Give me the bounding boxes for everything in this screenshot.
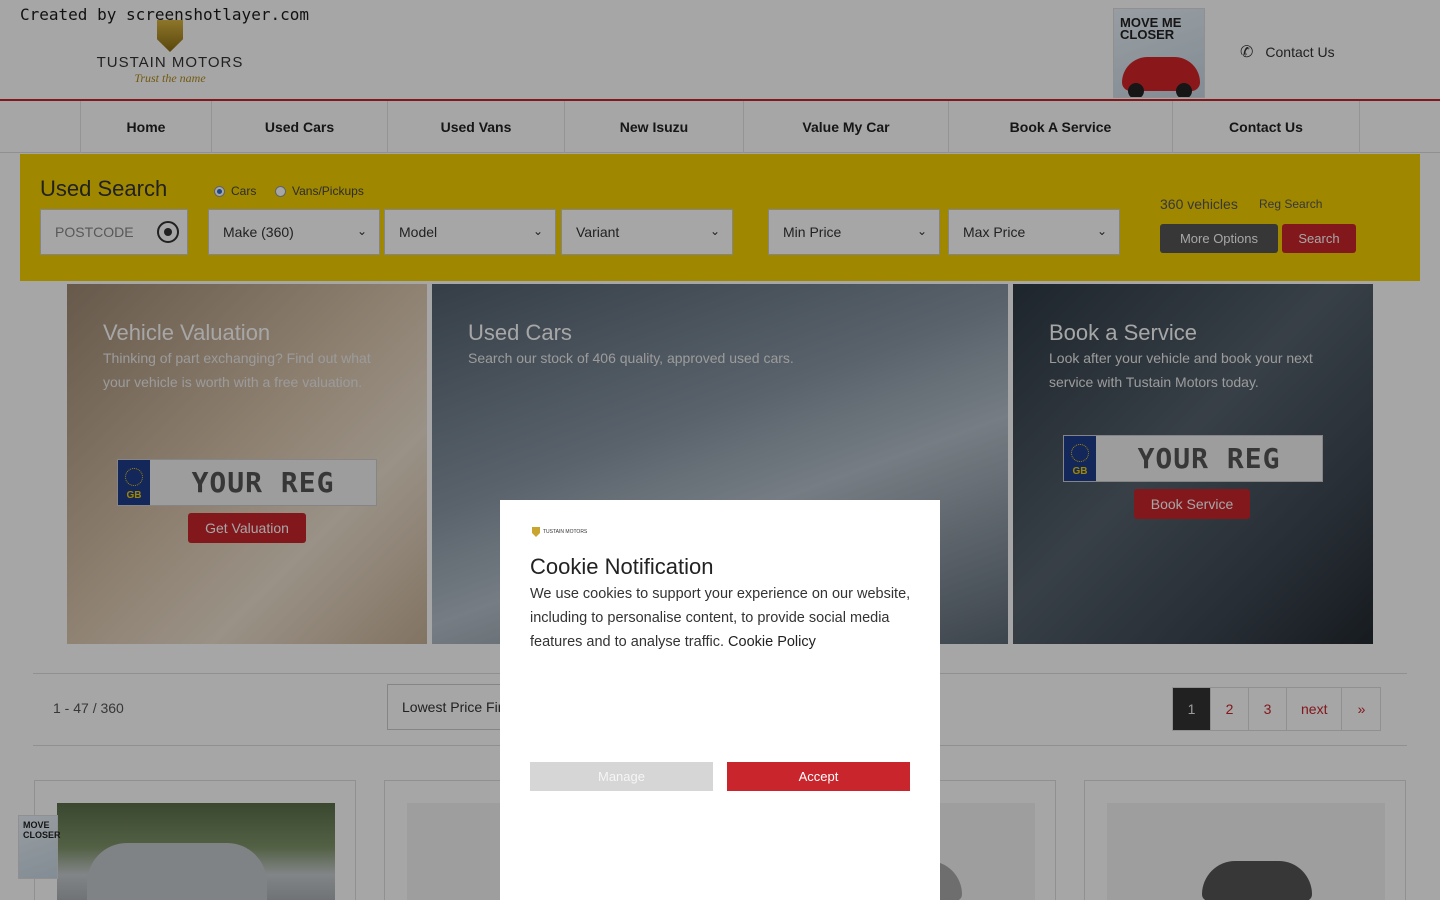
accept-button[interactable]: Accept [727, 762, 910, 791]
cookie-body: We use cookies to support your experienc… [530, 582, 912, 654]
cookie-title: Cookie Notification [530, 554, 714, 579]
shield-logo-icon [532, 527, 540, 537]
watermark-text: Created by screenshotlayer.com [20, 5, 309, 24]
cookie-text: We use cookies to support your experienc… [530, 586, 911, 650]
cookie-dialog: TUSTAIN MOTORS Cookie Notification We us… [500, 500, 940, 900]
cookie-logo-text: TUSTAIN MOTORS [543, 529, 588, 535]
cookie-policy-link[interactable]: Cookie Policy [728, 634, 816, 650]
manage-button[interactable]: Manage [530, 762, 713, 791]
cookie-logo: TUSTAIN MOTORS [532, 525, 594, 539]
